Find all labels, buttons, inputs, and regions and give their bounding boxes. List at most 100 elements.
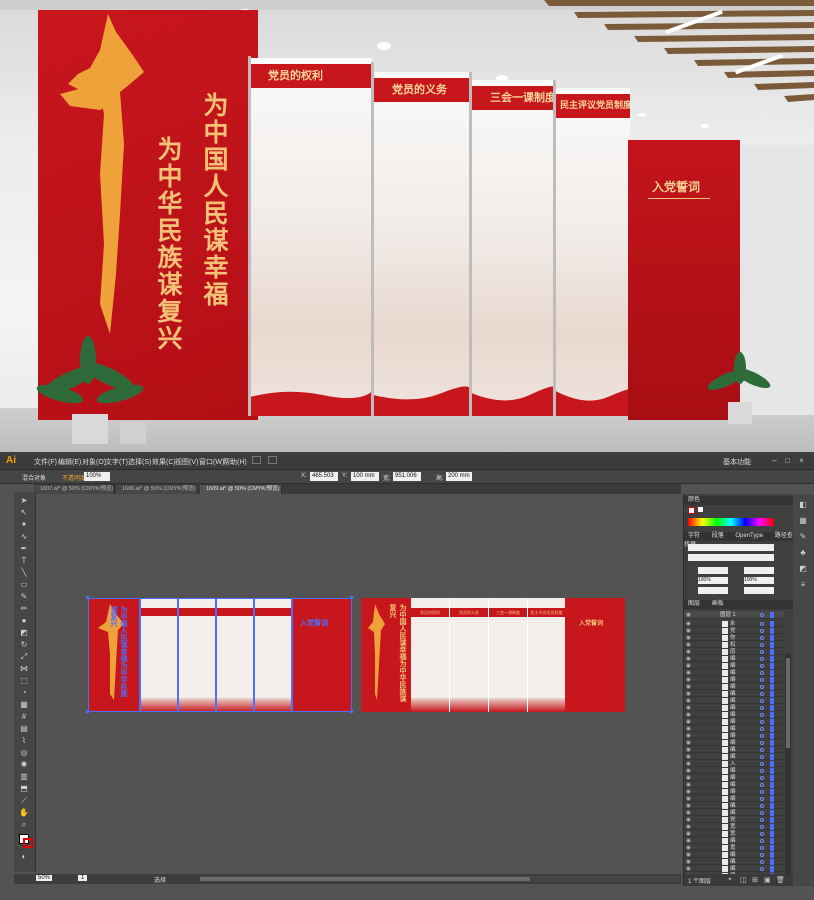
layer-row[interactable]: ◉编 (684, 851, 784, 858)
brushes-icon[interactable]: ✎ (798, 532, 808, 542)
stroke-indicator-icon[interactable] (688, 507, 695, 514)
layer-row[interactable]: ◉ 层 (684, 648, 784, 655)
target-icon[interactable] (760, 783, 764, 787)
pen-tool-icon[interactable]: ✒ (19, 544, 29, 554)
new-layer-icon[interactable]: ▣ (764, 876, 771, 884)
target-icon[interactable] (760, 832, 764, 836)
layer-row[interactable]: ◉编 (684, 676, 784, 683)
slice-tool-icon[interactable]: ⟋ (19, 796, 29, 806)
layer-row[interactable]: ◉编 (684, 662, 784, 669)
workspace-switcher[interactable]: 基本功能 (723, 457, 751, 467)
target-icon[interactable] (760, 734, 764, 738)
zoom-tool-icon[interactable]: ⌕ (19, 820, 29, 830)
tab-1606[interactable]: 1606.ai* @ 50% (CMYK/预览) (116, 485, 198, 494)
target-icon[interactable] (760, 790, 764, 794)
kerning-field[interactable] (698, 587, 728, 594)
target-icon[interactable] (760, 678, 764, 682)
horizontal-scale-field[interactable]: 100% (744, 577, 774, 584)
target-icon[interactable] (760, 706, 764, 710)
menu-help[interactable]: 帮助(H) (223, 457, 247, 467)
minimize-icon[interactable]: – (770, 456, 779, 465)
target-icon[interactable] (760, 622, 764, 626)
target-icon[interactable] (760, 776, 764, 780)
artboard-tool-icon[interactable]: ⬒ (19, 784, 29, 794)
paintbrush-tool-icon[interactable]: ✎ (19, 592, 29, 602)
layer-row[interactable]: ◉编 (684, 655, 784, 662)
new-sublayer-icon[interactable]: ⊞ (752, 876, 758, 884)
layer-row[interactable]: ◉ 永 (684, 620, 784, 627)
target-icon[interactable] (760, 657, 764, 661)
layer-row[interactable]: ◉编 (684, 781, 784, 788)
layer-row[interactable]: ◉编 (684, 774, 784, 781)
x-input[interactable]: 465.503 (310, 472, 338, 481)
target-icon[interactable] (760, 867, 764, 871)
layer-row[interactable]: ◉编 (684, 711, 784, 718)
locate-object-icon[interactable]: ⌖ (728, 876, 732, 884)
opacity-link[interactable]: 不透明度 (62, 473, 86, 482)
layer-row[interactable]: ◉编 (684, 865, 784, 872)
bridge-icon[interactable] (252, 456, 261, 464)
gradient-tool-icon[interactable]: ▤ (19, 724, 29, 734)
layers-scrollbar[interactable] (785, 654, 791, 874)
layer-row-top[interactable]: ◉ 图层 1 (684, 611, 784, 619)
shape-builder-tool-icon[interactable]: ◔ (19, 688, 29, 698)
target-icon[interactable] (760, 811, 764, 815)
layer-row[interactable]: ◉编 (684, 718, 784, 725)
transform-handle[interactable] (350, 710, 353, 713)
menu-effect[interactable]: 效果(C) (152, 457, 176, 467)
stroke-swatch-icon[interactable] (23, 838, 33, 848)
menu-view[interactable]: 视图(V) (175, 457, 198, 467)
target-icon[interactable] (760, 713, 764, 717)
width-tool-icon[interactable]: ⋈ (19, 664, 29, 674)
layer-row[interactable]: ◉编 (684, 767, 784, 774)
target-icon[interactable] (760, 720, 764, 724)
layer-row[interactable]: ◉编 (684, 725, 784, 732)
tab-1607[interactable]: 1607.ai* @ 50% (CMYK/预览) (34, 485, 114, 494)
layer-row[interactable]: ◉编 (684, 746, 784, 753)
layer-row[interactable]: ◉编 (684, 739, 784, 746)
scroll-thumb[interactable] (200, 877, 530, 881)
color-tab[interactable]: 颜色 (684, 497, 700, 503)
target-icon[interactable] (760, 853, 764, 857)
transform-handle[interactable] (86, 596, 89, 599)
column-graph-tool-icon[interactable]: ▥ (19, 772, 29, 782)
target-icon[interactable] (760, 825, 764, 829)
menu-select[interactable]: 选择(S) (128, 457, 151, 467)
perspective-grid-tool-icon[interactable]: ▦ (19, 700, 29, 710)
selection-tool-icon[interactable]: ➤ (19, 496, 29, 506)
mesh-tool-icon[interactable]: # (19, 712, 29, 722)
menu-file[interactable]: 文件(F) (34, 457, 57, 467)
hand-tool-icon[interactable]: ✋ (19, 808, 29, 818)
tab-opentype[interactable]: OpenType (731, 533, 763, 539)
target-icon[interactable] (760, 692, 764, 696)
target-icon[interactable] (760, 636, 764, 640)
eraser-tool-icon[interactable]: ◩ (19, 628, 29, 638)
fill-indicator-icon[interactable] (698, 507, 703, 512)
zoom-level[interactable]: 50% (36, 875, 53, 881)
drawing-mode-icon[interactable]: ◐ (19, 852, 29, 862)
transform-handle[interactable] (86, 710, 89, 713)
maximize-icon[interactable]: □ (783, 456, 792, 465)
free-transform-tool-icon[interactable]: ⬚ (19, 676, 29, 686)
stroke-icon[interactable]: ≡ (798, 580, 808, 590)
layer-row[interactable]: ◉ 党 (684, 816, 784, 823)
layer-row[interactable]: ◉编 (684, 683, 784, 690)
y-input[interactable]: 100 mm (351, 472, 379, 481)
target-icon[interactable] (760, 769, 764, 773)
layer-row[interactable]: ◉ 你 (684, 634, 784, 641)
leading-field[interactable] (744, 567, 774, 574)
opacity-input[interactable]: 100% (84, 472, 110, 481)
type-tool-icon[interactable]: T (19, 556, 29, 566)
vertical-scale-field[interactable]: 100% (698, 577, 728, 584)
clipping-mask-icon[interactable]: ◫ (740, 876, 747, 884)
layer-row[interactable]: ◉编 (684, 795, 784, 802)
font-family-field[interactable] (688, 544, 774, 551)
font-style-field[interactable] (688, 554, 774, 561)
close-icon[interactable]: × (797, 456, 806, 465)
tab-1609[interactable]: 1609.ai* @ 50% (CMYK/预览) (200, 485, 282, 494)
layer-row[interactable]: ◉编 (684, 837, 784, 844)
artboard-2[interactable]: 为中国人民谋幸福为中华民族谋复兴 党员的权利 党员的义务 三会一课制度 民主评议… (361, 598, 625, 712)
transform-handle[interactable] (350, 596, 353, 599)
lasso-tool-icon[interactable]: ∿ (19, 532, 29, 542)
blob-brush-tool-icon[interactable]: ● (19, 616, 29, 626)
